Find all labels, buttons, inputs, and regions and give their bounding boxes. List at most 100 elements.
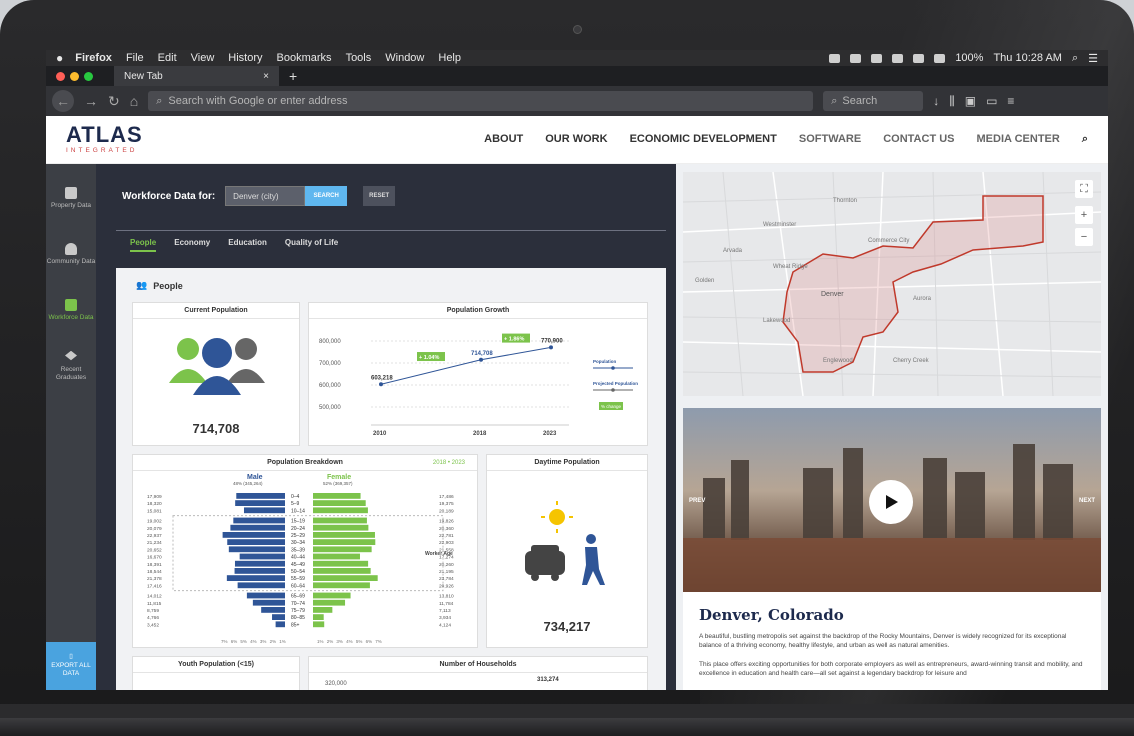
downloads-icon[interactable]: ↓ (933, 94, 939, 108)
battery-percent[interactable]: 100% (955, 52, 983, 64)
male-bar (237, 582, 285, 589)
nav-contact-us[interactable]: CONTACT US (883, 133, 954, 146)
hamburger-menu-icon[interactable]: ≡ (1007, 94, 1014, 108)
clock[interactable]: Thu 10:28 AM (993, 52, 1062, 64)
city-description-2: This place offers exciting opportunities… (699, 661, 1083, 678)
card-title: Population Breakdown 2018 • 2023 (133, 455, 477, 471)
prev-button[interactable]: PREV (689, 498, 705, 504)
app-status-icon[interactable] (871, 53, 883, 63)
volume-icon[interactable] (934, 53, 946, 63)
spotlight-icon[interactable]: ⌕ (1072, 52, 1078, 65)
sidebar-item-workforce-data[interactable]: Workforce Data (46, 282, 96, 338)
age-label: 15–19 (291, 519, 305, 525)
site-header: ATLAS INTEGRATED ABOUT OUR WORK ECONOMIC… (46, 116, 1108, 164)
tab-quality-of-life[interactable]: Quality of Life (285, 238, 338, 252)
close-window-button[interactable] (56, 71, 65, 81)
bluetooth-icon[interactable] (892, 53, 904, 63)
fullscreen-icon[interactable]: ⛶ (1075, 180, 1093, 198)
menu-bookmarks[interactable]: Bookmarks (277, 52, 332, 64)
axis-tick-label: 4% (250, 639, 257, 644)
card-title: Youth Population (<15) (133, 657, 299, 673)
zoom-window-button[interactable] (84, 71, 93, 81)
data-label: 603,218 (371, 375, 393, 381)
female-value-label: 20,260 (439, 562, 454, 568)
menu-window[interactable]: Window (385, 52, 424, 64)
nav-our-work[interactable]: OUR WORK (545, 133, 607, 146)
female-bar (313, 546, 372, 553)
female-bar (313, 524, 369, 531)
play-button[interactable] (869, 480, 913, 524)
workforce-label: Workforce Data for: (122, 190, 216, 202)
reload-button[interactable]: ↻ (108, 93, 120, 110)
nav-software[interactable]: SOFTWARE (799, 133, 861, 146)
sidebar-item-recent-graduates[interactable]: Recent Graduates (46, 338, 96, 394)
area-map[interactable]: Denver Aurora Lakewood Englewood Westmin… (683, 172, 1101, 396)
new-tab-button[interactable]: + (289, 68, 297, 84)
menu-history[interactable]: History (228, 52, 262, 64)
atlas-logo[interactable]: ATLAS INTEGRATED (66, 124, 143, 155)
worker-age-label: Worker Age (425, 551, 453, 557)
tab-people[interactable]: People (130, 238, 157, 252)
close-tab-icon[interactable]: × (263, 71, 269, 82)
zoom-in-icon[interactable]: + (1075, 206, 1093, 224)
location-input[interactable]: Denver (city) (225, 186, 306, 206)
zoom-out-icon[interactable]: − (1075, 228, 1093, 246)
back-button[interactable]: ← (52, 90, 74, 112)
female-value-label: 21,195 (439, 569, 454, 575)
next-button[interactable]: NEXT (1079, 498, 1095, 504)
card-title: Daytime Population (487, 455, 647, 471)
menu-help[interactable]: Help (438, 52, 461, 64)
age-label: 30–34 (291, 540, 305, 546)
dropbox-icon[interactable] (829, 53, 841, 63)
female-bar (313, 592, 351, 599)
home-button[interactable]: ⌂ (130, 93, 138, 109)
households-tick: 320,000 (325, 681, 347, 687)
menu-edit[interactable]: Edit (158, 52, 177, 64)
notification-center-icon[interactable]: ☰ (1088, 52, 1098, 65)
extension-icon[interactable]: ▣ (965, 94, 976, 108)
change-label: + 1.86% (504, 337, 524, 343)
menu-view[interactable]: View (191, 52, 215, 64)
menu-app-name[interactable]: Firefox (75, 52, 112, 64)
tab-education[interactable]: Education (228, 238, 267, 252)
tab-economy[interactable]: Economy (174, 238, 210, 252)
data-label: 770,900 (541, 338, 563, 344)
nav-about[interactable]: ABOUT (484, 133, 523, 146)
axis-tick-label: 7% (221, 639, 228, 644)
card-title: Number of Households (309, 657, 647, 673)
male-value-label: 17,909 (147, 494, 162, 500)
site-nav: ABOUT OUR WORK ECONOMIC DEVELOPMENT SOFT… (484, 133, 1088, 146)
nav-economic-development[interactable]: ECONOMIC DEVELOPMENT (630, 133, 777, 146)
url-bar[interactable]: ⌕ Search with Google or enter address (148, 91, 814, 111)
sidebar-item-label: Property Data (50, 201, 92, 209)
export-all-data-button[interactable]: ▯ EXPORT ALL DATA (46, 642, 96, 690)
age-label: 10–14 (291, 508, 305, 514)
year-toggle[interactable]: 2018 • 2023 (433, 460, 465, 466)
site-search-icon[interactable]: ⌕ (1082, 133, 1088, 146)
browser-toolbar: ← → ↻ ⌂ ⌕ Search with Google or enter ad… (46, 86, 1108, 116)
menu-file[interactable]: File (126, 52, 144, 64)
breakdown-title: Population Breakdown (267, 459, 343, 466)
sidebar-item-property-data[interactable]: Property Data (46, 170, 96, 226)
forward-button[interactable]: → (84, 93, 98, 109)
reset-button[interactable]: RESET (363, 186, 396, 206)
sidebar-item-community-data[interactable]: Community Data (46, 226, 96, 282)
webcam (573, 25, 582, 34)
library-icon[interactable]: ⫼ (949, 94, 955, 109)
search-button[interactable]: SEARCH (305, 186, 348, 206)
panel-title-text: People (153, 280, 183, 291)
male-header: Male (247, 474, 263, 481)
male-value-label: 17,416 (147, 583, 162, 589)
browser-search-box[interactable]: ⌕ Search (823, 91, 924, 111)
sidebar-icon[interactable]: ▭ (986, 94, 997, 108)
card-title: Current Population (133, 303, 299, 319)
sidebar-item-label: Recent Graduates (55, 365, 87, 381)
apple-icon[interactable]: ● (56, 51, 63, 65)
wifi-icon[interactable] (913, 53, 925, 63)
tab-new-tab[interactable]: New Tab × (114, 66, 279, 86)
cloud-icon[interactable] (850, 53, 862, 63)
minimize-window-button[interactable] (70, 71, 79, 81)
youth-population-card: Youth Population (<15) (132, 656, 300, 690)
menu-tools[interactable]: Tools (346, 52, 372, 64)
nav-media-center[interactable]: MEDIA CENTER (977, 133, 1060, 146)
